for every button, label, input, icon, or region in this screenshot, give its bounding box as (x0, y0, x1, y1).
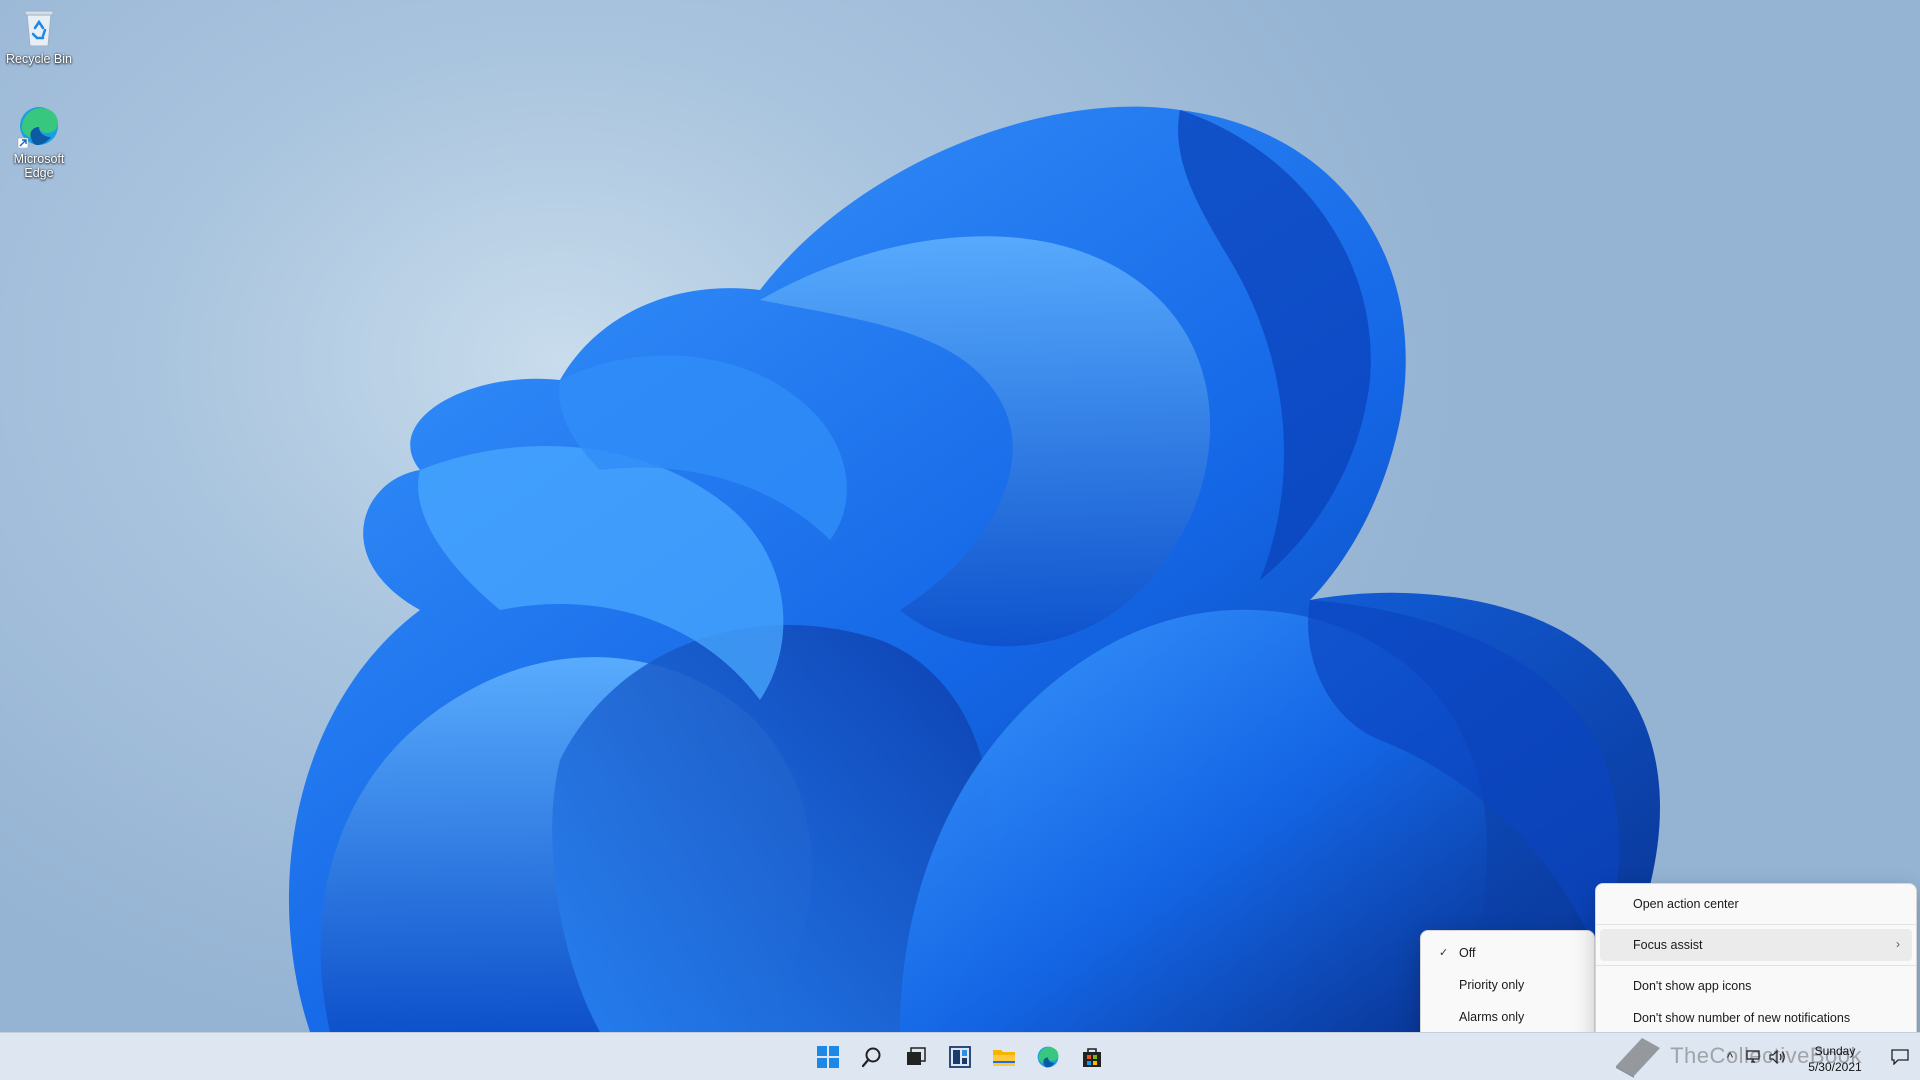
book-icon (1616, 1038, 1661, 1078)
menu-item-dont-show-notification-count[interactable]: Don't show number of new notifications (1600, 1002, 1912, 1034)
network-icon (1746, 1050, 1760, 1063)
show-hidden-icons-button[interactable]: ^ (1718, 1033, 1742, 1080)
desktop-icon-microsoft-edge[interactable]: Microsoft Edge (0, 104, 78, 180)
desktop-icon-label: Microsoft Edge (13, 152, 65, 180)
speaker-icon (1769, 1050, 1785, 1064)
edge-icon (17, 107, 58, 148)
file-explorer-button[interactable] (984, 1037, 1024, 1077)
notification-icon (1891, 1049, 1909, 1065)
chevron-up-icon: ^ (1726, 1049, 1734, 1065)
notification-center-button[interactable] (1880, 1033, 1920, 1080)
desktop-icon-recycle-bin[interactable]: Recycle Bin (0, 6, 78, 66)
clock-date: 5/30/2021 (1808, 1060, 1862, 1074)
menu-item-label: Don't show app icons (1633, 979, 1752, 993)
focus-assist-alarms-only[interactable]: Alarms only (1425, 1001, 1590, 1033)
taskbar-clock[interactable]: Sunday 5/30/2021 (1790, 1039, 1880, 1075)
store-icon (1083, 1048, 1101, 1067)
system-tray: ^ Sunday 5/30/2021 (1718, 1033, 1920, 1080)
windows-start-icon (817, 1046, 839, 1068)
widgets-button[interactable] (940, 1037, 980, 1077)
task-view-icon (907, 1047, 926, 1065)
submenu-item-label: Off (1459, 946, 1476, 960)
clock-day: Sunday (1814, 1044, 1856, 1058)
edge-icon (1037, 1046, 1059, 1068)
focus-assist-priority-only[interactable]: Priority only (1425, 969, 1590, 1001)
menu-separator (1596, 924, 1916, 925)
menu-item-label: Focus assist (1633, 938, 1703, 952)
recycle-bin-icon (24, 10, 54, 47)
taskbar-apps (808, 1033, 1112, 1080)
chevron-right-icon: › (1896, 937, 1900, 951)
search-icon (861, 1047, 881, 1068)
desktop-icon-label: Recycle Bin (6, 52, 72, 66)
menu-item-focus-assist[interactable]: Focus assist › (1600, 929, 1912, 961)
checkmark-icon: ✓ (1439, 947, 1449, 959)
focus-assist-off[interactable]: ✓ Off (1425, 937, 1590, 969)
file-explorer-icon (993, 1050, 1015, 1066)
menu-item-dont-show-app-icons[interactable]: Don't show app icons (1600, 970, 1912, 1002)
desktop-wallpaper (288, 106, 1660, 1032)
menu-separator (1596, 965, 1916, 966)
menu-item-label: Open action center (1633, 897, 1739, 911)
edge-taskbar-button[interactable] (1028, 1037, 1068, 1077)
taskbar: TheCollectiveBook ^ Sunday 5/30/2021 (0, 1032, 1920, 1080)
menu-item-label: Don't show number of new notifications (1633, 1011, 1851, 1025)
menu-item-open-action-center[interactable]: Open action center (1600, 888, 1912, 920)
start-button[interactable] (808, 1037, 848, 1077)
store-button[interactable] (1072, 1037, 1112, 1077)
volume-button[interactable] (1766, 1033, 1790, 1080)
widgets-icon (949, 1046, 971, 1068)
submenu-item-label: Alarms only (1459, 1010, 1525, 1024)
search-button[interactable] (852, 1037, 892, 1077)
network-button[interactable] (1742, 1033, 1766, 1080)
focus-assist-submenu: ✓ Off Priority only Alarms only (1420, 930, 1595, 1042)
task-view-button[interactable] (896, 1037, 936, 1077)
notification-context-menu: Open action center Focus assist › Don't … (1595, 883, 1917, 1046)
submenu-item-label: Priority only (1459, 978, 1525, 992)
